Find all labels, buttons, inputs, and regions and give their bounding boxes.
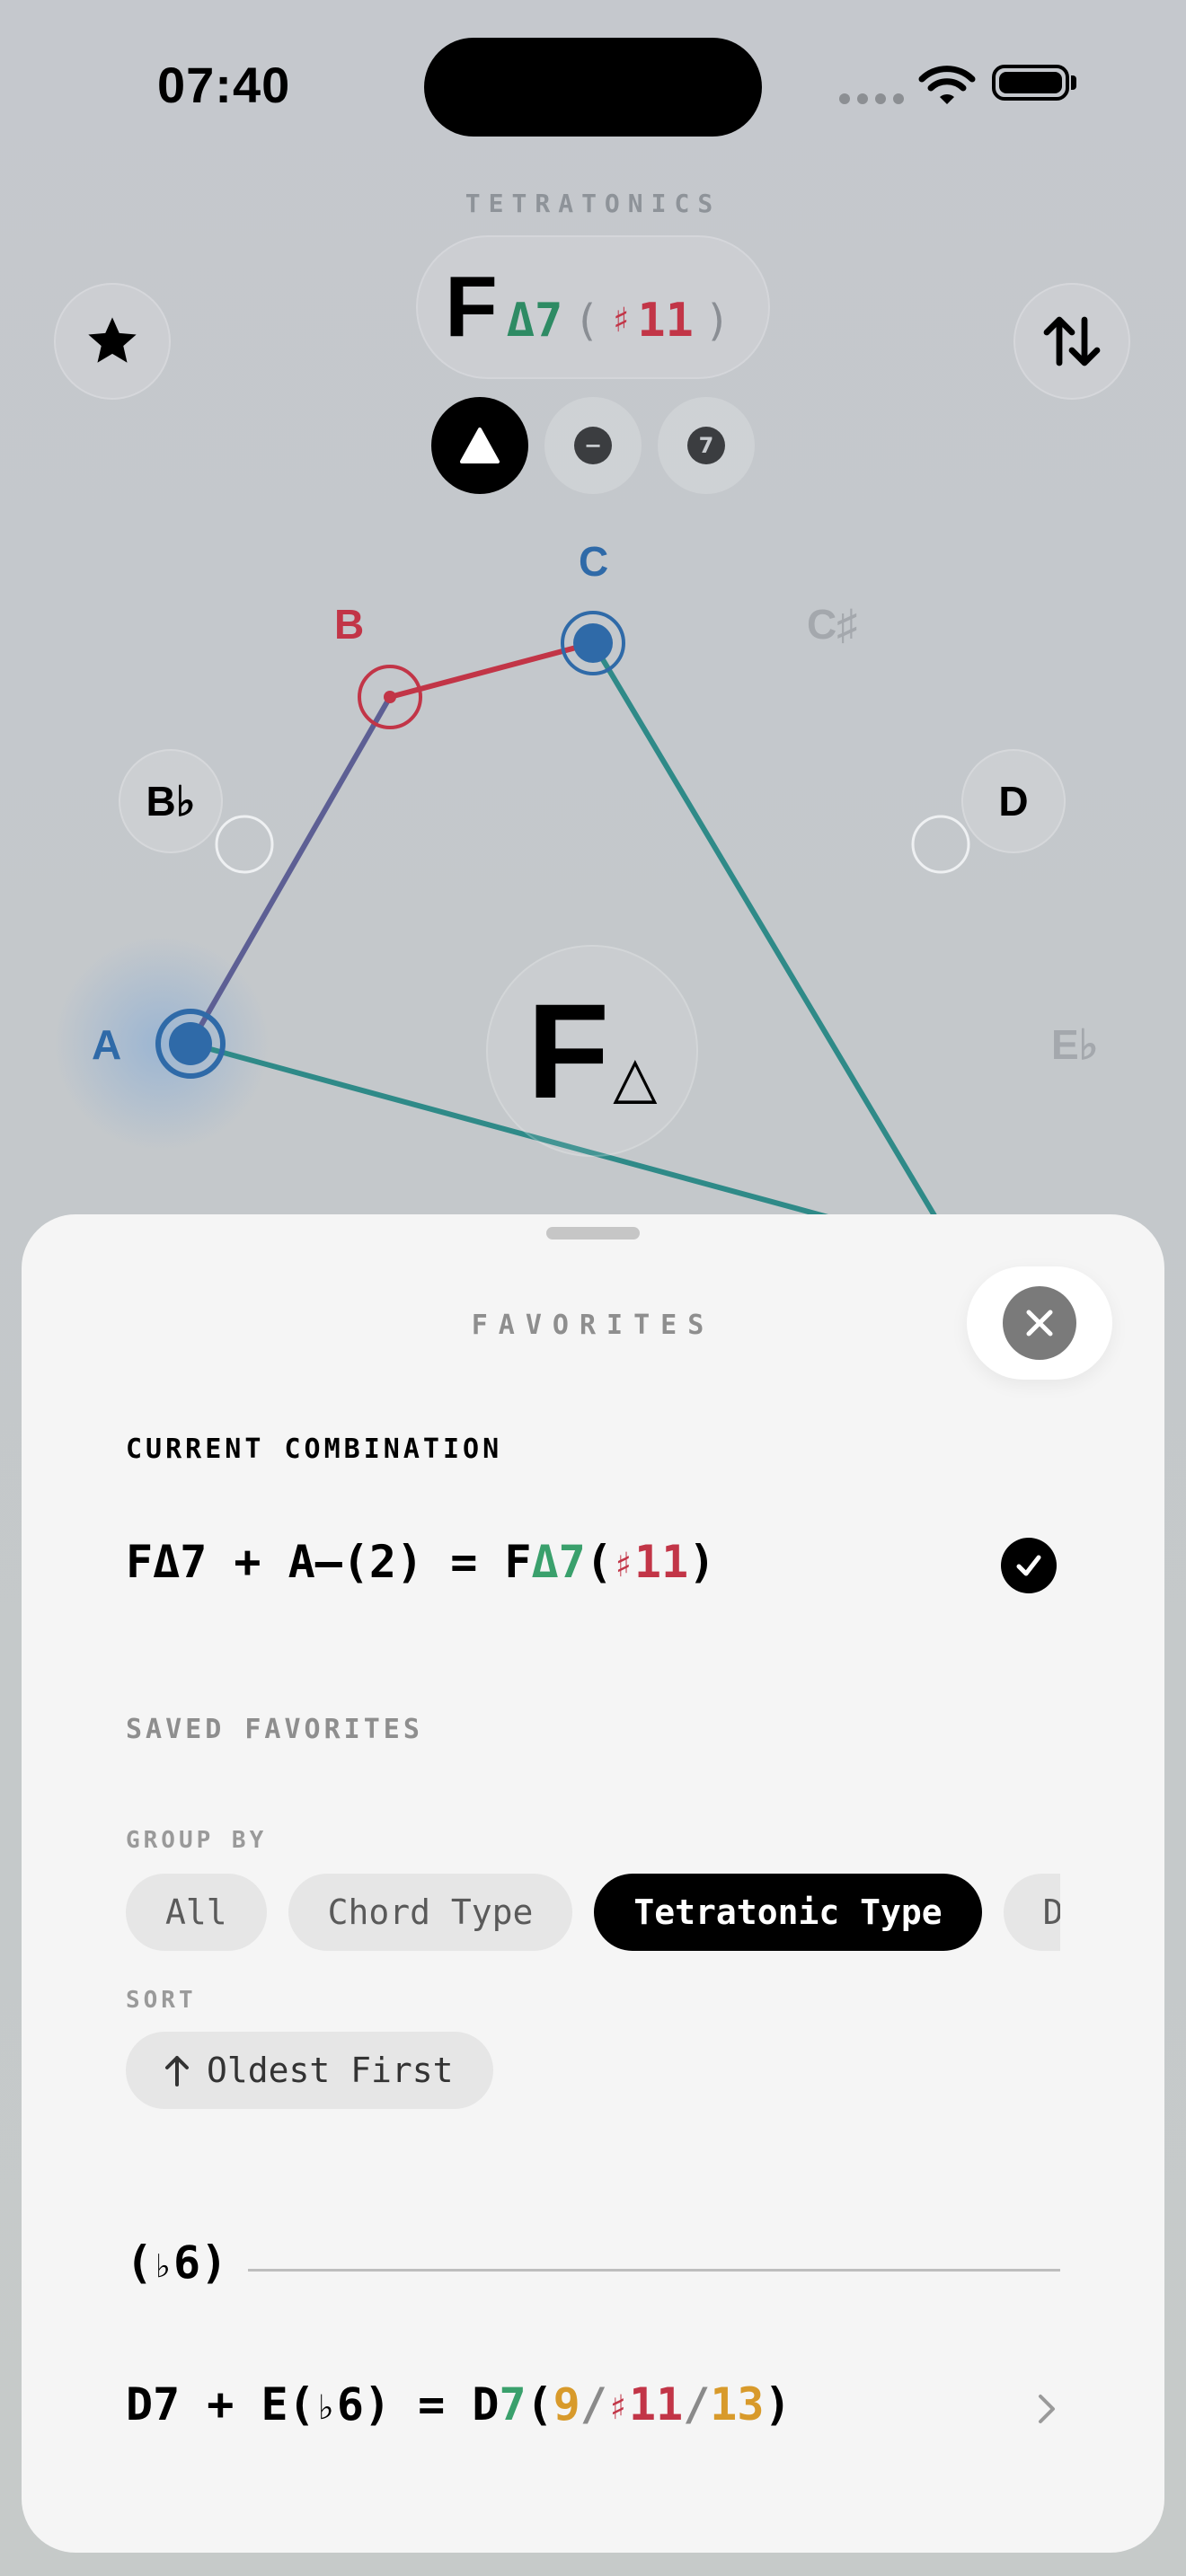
current-combination-formula: FΔ7 + A–(2) = FΔ7(♯11) — [126, 1536, 715, 1588]
item-open-paren: ( — [526, 2378, 553, 2430]
close-circle — [1003, 1286, 1076, 1360]
sort-label: SORT — [126, 1987, 197, 2014]
item-lhs-a: D7 + E( — [126, 2378, 315, 2430]
close-icon — [1026, 1310, 1053, 1337]
chip-chord-type[interactable]: Chord Type — [288, 1874, 573, 1951]
chevron-right-icon — [1039, 2395, 1055, 2423]
item-slash-2: / — [683, 2378, 711, 2430]
chip-all[interactable]: All — [126, 1874, 267, 1951]
group-open-paren: ( — [126, 2236, 154, 2289]
item-lhs-b: 6) = D — [336, 2378, 500, 2430]
item-ext-13: 13 — [710, 2378, 765, 2430]
center-symbol: △ — [613, 1045, 658, 1111]
node-d — [911, 815, 970, 874]
current-close-paren: ) — [688, 1536, 716, 1588]
edge-a-b — [188, 695, 393, 1045]
chip-date[interactable]: Date — [1003, 1874, 1060, 1951]
group-divider — [248, 2269, 1060, 2272]
current-lhs: FΔ7 + A–(2) = F — [126, 1536, 532, 1588]
current-sharp: ♯ — [612, 1545, 634, 1586]
item-ext-9: 9 — [553, 2378, 580, 2430]
note-a-glow — [54, 936, 270, 1151]
note-bflat-label[interactable]: B♭ — [119, 749, 223, 853]
note-eflat-label[interactable]: E♭ — [1051, 1020, 1098, 1069]
current-quality: Δ7 — [531, 1536, 586, 1588]
note-a-label[interactable]: A — [92, 1020, 121, 1069]
note-d-label[interactable]: D — [961, 749, 1066, 853]
close-button[interactable] — [967, 1266, 1112, 1380]
group-by-label: GROUP BY — [126, 1827, 268, 1854]
chip-tetratonic-type[interactable]: Tetratonic Type — [594, 1874, 982, 1951]
group-number: 6 — [173, 2236, 201, 2289]
item-slash-1: / — [580, 2378, 607, 2430]
sort-button[interactable]: Oldest First — [126, 2032, 493, 2109]
group-close-paren: ) — [200, 2236, 228, 2289]
node-b-dot — [384, 691, 396, 703]
saved-favorites-heading: SAVED FAVORITES — [126, 1714, 423, 1745]
note-csharp-label[interactable]: C♯ — [807, 600, 857, 648]
note-c-label[interactable]: C — [579, 537, 608, 586]
note-b-label[interactable]: B — [334, 600, 364, 648]
current-combination-heading: CURRENT COMBINATION — [126, 1434, 503, 1465]
center-chord[interactable]: F △ — [486, 945, 698, 1157]
favorite-item-row[interactable]: D7 + E(♭6) = D7(9/♯11/13) — [126, 2378, 792, 2430]
item-quality: 7 — [499, 2378, 527, 2430]
current-open-paren: ( — [585, 1536, 613, 1588]
group-flat: ♭ — [153, 2246, 173, 2286]
current-check-button[interactable] — [1001, 1538, 1057, 1593]
group-by-chips: All Chord Type Tetratonic Type Date — [126, 1874, 1060, 1954]
item-sharp: ♯ — [606, 2387, 629, 2429]
sheet-grabber[interactable] — [546, 1227, 640, 1239]
group-title: (♭6) — [126, 2236, 227, 2289]
item-flat: ♭ — [314, 2387, 337, 2429]
item-ext-11: 11 — [628, 2378, 684, 2430]
checkmark-icon — [1016, 1555, 1041, 1576]
arrow-up-icon — [165, 2056, 189, 2086]
node-c-dot — [573, 623, 613, 663]
node-a-dot — [169, 1022, 212, 1065]
current-extension: 11 — [633, 1536, 689, 1588]
sort-value: Oldest First — [207, 2051, 454, 2090]
node-bflat — [215, 815, 274, 874]
center-root: F — [527, 975, 610, 1126]
item-close-paren: ) — [764, 2378, 792, 2430]
